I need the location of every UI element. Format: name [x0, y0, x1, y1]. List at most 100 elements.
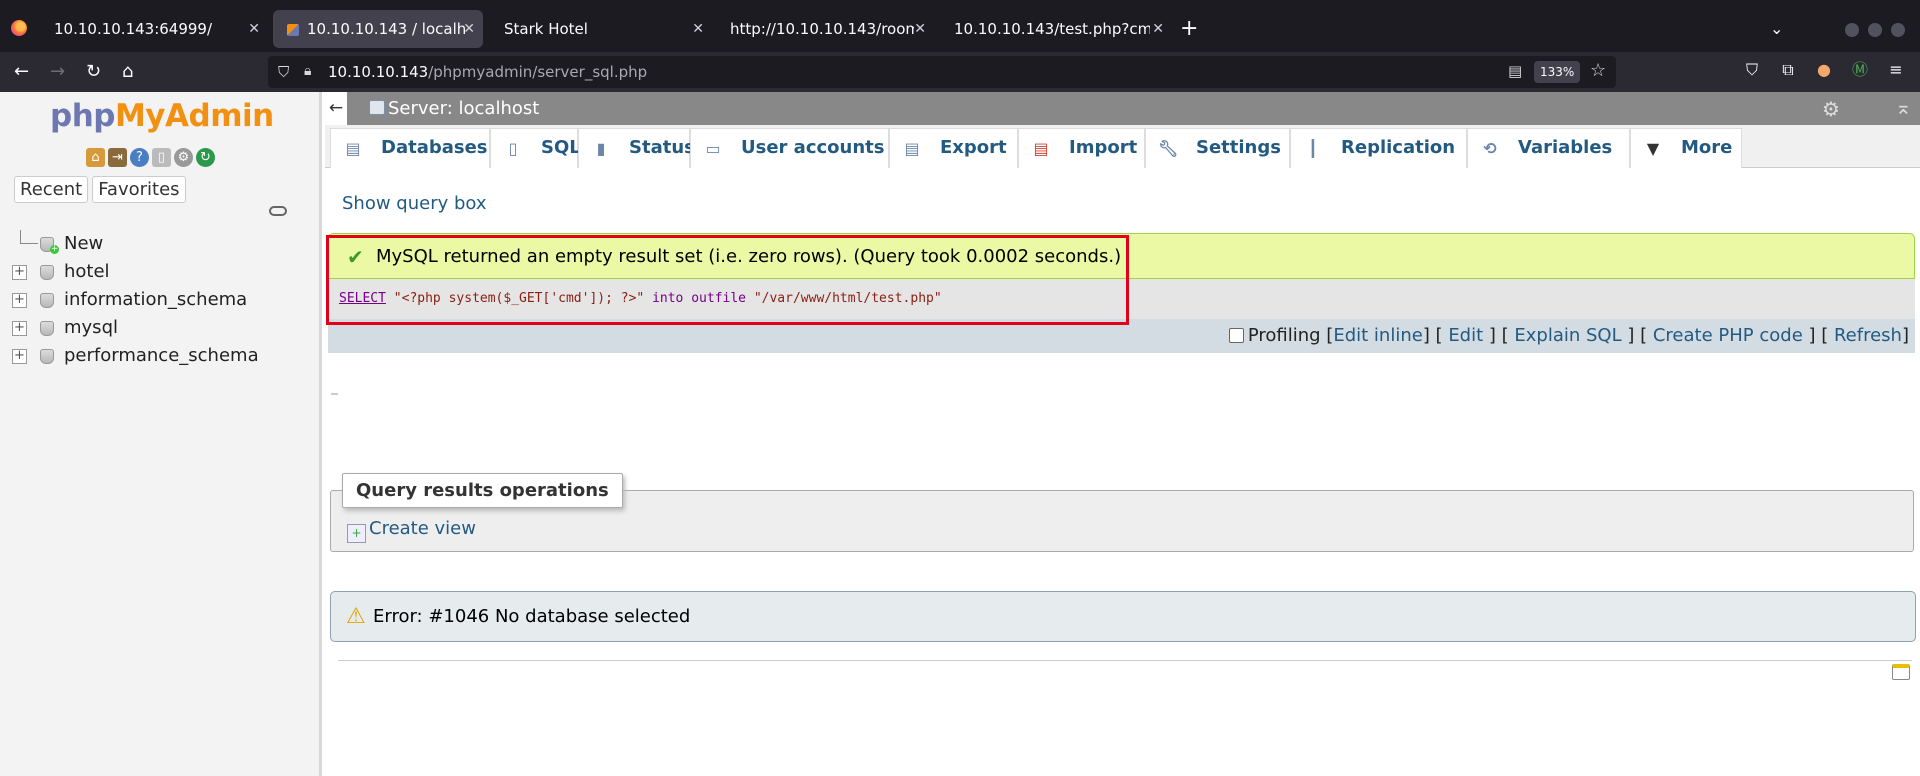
lock-icon[interactable]: 🔒︎ — [304, 63, 311, 79]
url-text[interactable]: 10.10.10.143/phpmyadmin/server_sql.php — [328, 56, 647, 88]
tab-sql[interactable]: ▯ SQL — [490, 128, 581, 168]
tab-3[interactable]: Stark Hotel ✕ — [490, 10, 712, 48]
create-view-label[interactable]: Create view — [369, 518, 476, 539]
expand-icon[interactable]: + — [12, 349, 27, 364]
tab-variables[interactable]: ⟲ Variables — [1467, 128, 1630, 168]
replication-icon: ┃ — [1308, 139, 1318, 158]
tab-2-active[interactable]: 10.10.10.143 / localhost | p ✕ — [273, 10, 483, 48]
tree-label[interactable]: New — [64, 233, 103, 254]
logo-php: php — [50, 98, 115, 134]
server-title[interactable]: Server: localhost — [388, 92, 539, 125]
menu-label: User accounts — [741, 137, 885, 158]
tree-item-information-schema[interactable]: + information_schema — [10, 286, 259, 314]
new-tab-button[interactable]: + — [1180, 10, 1198, 48]
chevron-down-icon[interactable]: ⌄ — [1770, 10, 1783, 48]
create-php-code-link[interactable]: Create PHP code — [1653, 325, 1803, 346]
close-window-button[interactable] — [1891, 23, 1905, 37]
create-view-link[interactable]: + Create view — [347, 518, 476, 543]
database-tree: + New + hotel + information_schema + mys… — [10, 230, 259, 370]
home-icon[interactable]: ⌂ — [122, 52, 133, 92]
close-icon[interactable]: ✕ — [1152, 10, 1164, 48]
maximize-button[interactable] — [1868, 23, 1882, 37]
tree-label[interactable]: information_schema — [64, 289, 247, 310]
collapse-nav-arrow-icon[interactable]: ← — [325, 92, 347, 125]
tab-databases[interactable]: ▤ Databases — [330, 128, 490, 168]
menu-label: Import — [1069, 137, 1138, 158]
edit-inline-link[interactable]: Edit inline — [1333, 325, 1422, 346]
account-avatar-icon[interactable]: ● — [1814, 60, 1834, 80]
expand-icon[interactable]: + — [12, 293, 27, 308]
recent-tab[interactable]: Recent — [14, 176, 89, 203]
tab-5[interactable]: 10.10.10.143/test.php?cmd=i ✕ — [940, 10, 1172, 48]
close-icon[interactable]: ✕ — [914, 10, 926, 48]
collapse-top-icon[interactable]: ⌅ — [1895, 95, 1912, 119]
bookmark-star-icon[interactable]: ☆ — [1590, 60, 1606, 81]
tab-label: 10.10.10.143 / localhost | p — [307, 20, 467, 38]
refresh-icon[interactable]: ↻ — [196, 148, 215, 167]
menu-label: Export — [940, 137, 1007, 158]
menu-label: Status — [629, 137, 695, 158]
tab-4[interactable]: http://10.10.10.143/room.php ✕ — [716, 10, 934, 48]
show-query-box-link[interactable]: Show query box — [342, 193, 487, 214]
url-bar[interactable]: ⛉ 🔒︎ 10.10.10.143/phpmyadmin/server_sql.… — [268, 56, 1616, 88]
home-icon[interactable]: ⌂ — [86, 148, 105, 167]
expand-icon[interactable]: + — [12, 265, 27, 280]
gear-icon[interactable]: ⚙ — [174, 148, 193, 167]
variables-icon: ⟲ — [1483, 139, 1497, 158]
phpmyadmin-logo[interactable]: phpMyAdmin — [50, 98, 274, 134]
help-icon[interactable]: ? — [130, 148, 149, 167]
tab-export[interactable]: ▤ Export — [889, 128, 1018, 168]
back-arrow-icon[interactable]: ← — [14, 52, 29, 92]
close-icon[interactable]: ✕ — [692, 10, 704, 48]
sql-icon: ▯ — [508, 139, 518, 158]
extensions-icon[interactable]: ⧉ — [1778, 60, 1798, 80]
pocket-icon[interactable]: ⛉ — [1742, 60, 1762, 80]
tab-replication[interactable]: ┃ Replication — [1290, 128, 1467, 168]
addon-icon[interactable]: Ⓜ — [1850, 60, 1870, 80]
tree-label[interactable]: mysql — [64, 317, 118, 338]
tree-label[interactable]: performance_schema — [64, 345, 259, 366]
logout-icon[interactable]: ⇥ — [108, 148, 127, 167]
shield-icon[interactable]: ⛉ — [278, 63, 289, 81]
tree-item-new[interactable]: + New — [10, 230, 259, 258]
link-icon[interactable] — [269, 206, 287, 216]
forward-arrow-icon[interactable]: → — [50, 52, 65, 92]
profiling-checkbox[interactable] — [1228, 328, 1244, 343]
favorites-tab[interactable]: Favorites — [92, 176, 186, 203]
minimize-button[interactable] — [1845, 23, 1859, 37]
tab-import[interactable]: ▤ Import — [1018, 128, 1145, 168]
gear-icon[interactable]: ⚙ — [1822, 97, 1840, 121]
tree-item-mysql[interactable]: + mysql — [10, 314, 259, 342]
tab-user-accounts[interactable]: ▭ User accounts — [690, 128, 889, 168]
tree-label[interactable]: hotel — [64, 261, 110, 282]
logo-my: My — [114, 98, 166, 134]
top-menu: ▤ Databases ▯ SQL ▮ Status ▭ User accounts ▤… — [325, 125, 1920, 168]
menu-label: SQL — [541, 137, 581, 158]
tab-label: Stark Hotel — [504, 20, 588, 38]
import-icon: ▤ — [1033, 139, 1049, 158]
expand-icon[interactable]: + — [12, 321, 27, 336]
menu-label: Replication — [1341, 137, 1456, 158]
zoom-level[interactable]: 133% — [1534, 61, 1581, 83]
error-message-box: ⚠ Error: #1046 No database selected — [330, 591, 1916, 642]
close-icon[interactable]: ✕ — [463, 10, 475, 48]
refresh-link[interactable]: Refresh — [1834, 325, 1902, 346]
hamburger-menu-icon[interactable]: ≡ — [1886, 60, 1906, 80]
menu-label: Variables — [1518, 137, 1613, 158]
menu-label: Settings — [1196, 137, 1281, 158]
browser-tab-bar: 10.10.10.143:64999/ ✕ 10.10.10.143 / loc… — [0, 0, 1920, 52]
explain-sql-link[interactable]: Explain SQL — [1514, 325, 1621, 346]
tab-1[interactable]: 10.10.10.143:64999/ ✕ — [40, 10, 268, 48]
edit-link[interactable]: Edit — [1448, 325, 1483, 346]
database-icon: ▤ — [345, 139, 361, 158]
tree-item-hotel[interactable]: + hotel — [10, 258, 259, 286]
tab-more[interactable]: ▼ More — [1630, 128, 1742, 168]
tab-status[interactable]: ▮ Status — [578, 128, 695, 168]
tree-item-performance-schema[interactable]: + performance_schema — [10, 342, 259, 370]
reload-icon[interactable]: ↻ — [86, 52, 101, 92]
docs-icon[interactable]: ▯ — [152, 148, 171, 167]
close-icon[interactable]: ✕ — [248, 10, 260, 48]
tab-settings[interactable]: 🔧︎ Settings — [1145, 128, 1290, 168]
console-icon[interactable] — [1892, 664, 1910, 680]
reader-view-icon[interactable]: ▤ — [1508, 62, 1522, 80]
